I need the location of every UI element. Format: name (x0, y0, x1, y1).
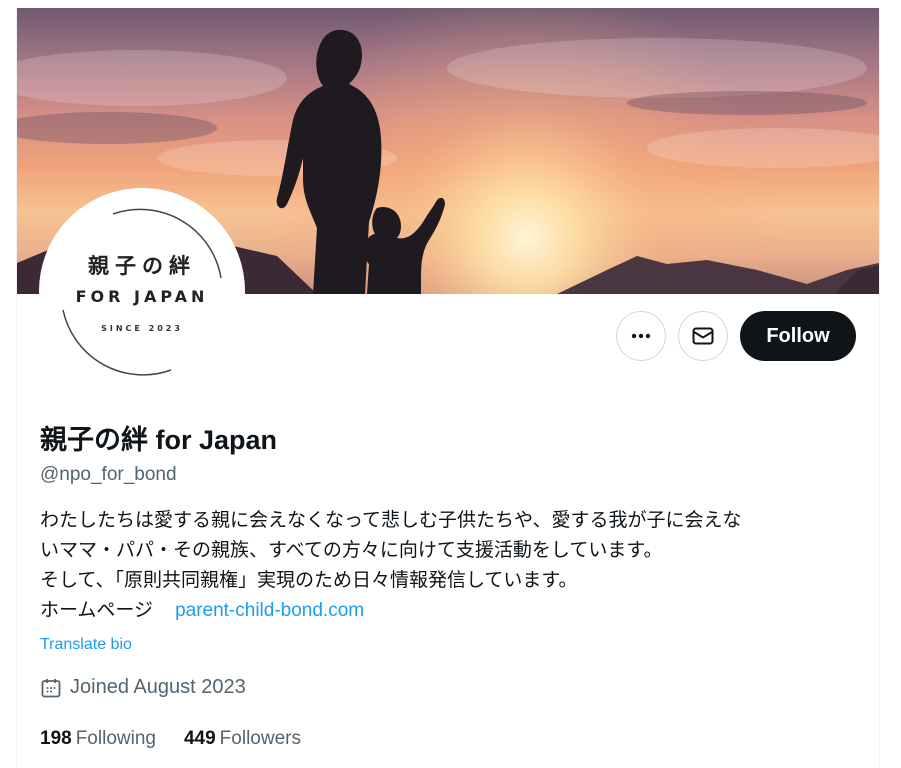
following-stat[interactable]: 198 Following (40, 728, 156, 750)
following-count: 198 (40, 728, 72, 749)
joined-date: Joined August 2023 (40, 676, 246, 699)
homepage-link[interactable]: parent-child-bond.com (175, 600, 364, 621)
message-button[interactable] (678, 311, 728, 361)
bio-line: そして、「原則共同親権」実現のため日々情報発信しています。 (40, 570, 578, 591)
calendar-icon (41, 678, 61, 697)
user-handle: @npo_for_bond (40, 464, 177, 485)
display-name: 親子の絆 for Japan (40, 425, 278, 455)
profile-avatar[interactable]: 親子の絆 FOR JAPAN SINCE 2023 (39, 188, 245, 394)
profile-card: 親子の絆 FOR JAPAN SINCE 2023 Follow 親子の絆 fo… (16, 8, 880, 768)
joined-text: Joined August 2023 (70, 676, 246, 698)
more-horizontal-icon (631, 333, 651, 339)
envelope-icon (692, 327, 714, 345)
homepage-label: ホームページ (40, 600, 154, 621)
following-label: Following (75, 728, 156, 749)
avatar-logo-since: SINCE 2023 (101, 324, 183, 333)
followers-label: Followers (219, 728, 301, 749)
bio-line: わたしたちは愛する親に会えなくなって悲しむ子供たちや、愛する我が子に会えな (40, 510, 742, 531)
follow-button[interactable]: Follow (740, 311, 856, 361)
followers-stat[interactable]: 449 Followers (184, 728, 301, 750)
bio-line: いママ・パパ・その親族、すべての方々に向けて支援活動をしています。 (40, 540, 663, 561)
followers-count: 449 (183, 728, 216, 749)
profile-stats: 198 Following 449 Followers (40, 728, 301, 750)
avatar-logo-english: FOR JAPAN (75, 287, 209, 306)
avatar-logo-japanese: 親子の絆 (88, 254, 196, 278)
bio-homepage-line: ホームページ parent-child-bond.com (40, 596, 850, 626)
profile-bio: わたしたちは愛する親に会えなくなって悲しむ子供たちや、愛する我が子に会えな いマ… (40, 506, 850, 626)
translate-bio-link[interactable]: Translate bio (40, 636, 132, 654)
profile-actions: Follow (616, 311, 856, 361)
more-button[interactable] (616, 311, 666, 361)
